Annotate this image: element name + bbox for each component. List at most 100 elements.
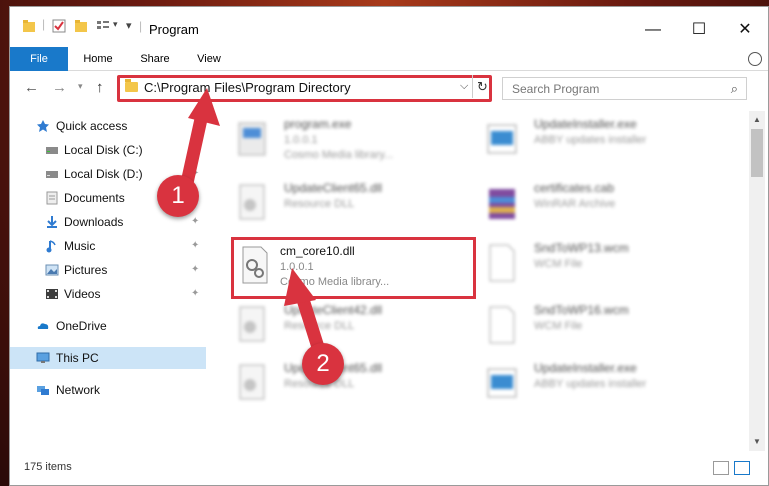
customize-view-icon[interactable] [96,19,110,33]
file-detail: Cosmo Media library... [284,149,394,161]
details-view-icon[interactable] [713,461,729,475]
sidebar-item-label: Quick access [56,119,128,133]
file-item[interactable]: UpdateClient42.dll Resource DLL [236,299,466,357]
file-detail: 1.0.0.1 [284,134,318,146]
file-icon [489,244,515,282]
up-arrow-icon[interactable]: ↑ [96,79,104,96]
sidebar-item-local-disk-c[interactable]: Local Disk (C:) [10,139,206,161]
dll-icon [239,364,265,400]
scroll-up-icon[interactable]: ▲ [753,115,761,124]
folder-icon [125,79,138,92]
step-2-badge: 2 [302,343,344,385]
sidebar-item-label: OneDrive [56,319,107,333]
maximize-button[interactable]: ☐ [676,15,722,45]
sidebar-item-onedrive[interactable]: OneDrive [10,315,206,337]
sidebar-item-music[interactable]: Music ✦ [10,235,206,257]
file-item[interactable]: SndToWP13.wcm WCM File [486,237,716,295]
file-list: program.exe 1.0.0.1 Cosmo Media library.… [210,111,745,451]
installer-icon [487,124,517,154]
file-name: certificates.cab [534,181,615,195]
ribbon-tabs: File Home Share View [10,47,768,71]
pin-icon[interactable]: ✦ [191,283,199,305]
sidebar-item-label: Local Disk (C:) [64,143,143,157]
drive-icon [46,147,58,154]
recent-locations-icon[interactable]: ▾ [78,81,83,92]
file-detail: 1.0.0.1 [280,261,314,273]
chevron-down-icon[interactable]: ▾ [113,19,118,30]
file-item[interactable]: UpdateClient65.dll Resource DLL [236,177,466,235]
sidebar-item-quick-access[interactable]: Quick access [10,115,206,137]
address-bar[interactable]: C:\Program Files\Program Directory ⌵ ↻ [117,75,492,102]
navigation-pane: Quick access Local Disk (C:) Local Disk … [10,111,206,451]
sidebar-item-network[interactable]: Network [10,379,206,401]
file-item[interactable]: certificates.cab WinRAR Archive [486,177,716,235]
tab-view[interactable]: View [186,47,232,71]
file-item[interactable]: program.exe 1.0.0.1 Cosmo Media library.… [236,113,466,171]
customize-quick-access-icon[interactable]: ▾ [126,19,132,32]
file-detail: Resource DLL [284,198,355,210]
large-icons-view-icon[interactable] [734,461,750,475]
file-name: UpdateClient42.dll [284,303,383,317]
properties-icon[interactable] [52,19,66,33]
file-detail: WinRAR Archive [534,198,616,210]
sidebar-item-label: This PC [56,351,99,365]
star-icon [37,120,49,132]
pin-icon[interactable]: ✦ [191,211,199,233]
tab-home[interactable]: Home [72,47,124,71]
window-title: Program [149,22,199,37]
navigation-bar: ← → ▾ ↑ C:\Program Files\Program Directo… [10,71,768,105]
downloads-icon [47,216,57,228]
search-icon[interactable]: ⌕ [731,81,738,97]
vertical-scrollbar[interactable]: ▲ ▼ [749,111,765,451]
file-item[interactable]: SndToWP16.wcm WCM File [486,299,716,357]
sidebar-item-label: Documents [64,191,125,205]
address-dropdown-icon[interactable]: ⌵ [460,80,468,93]
separator: | [139,19,143,33]
file-item-highlighted[interactable]: cm_core10.dll 1.0.0.1 Cosmo Media librar… [231,237,476,299]
file-item[interactable]: UpdateInstaller.exe ABBY updates install… [486,113,716,171]
file-name: program.exe [284,117,352,131]
expand-ribbon-icon[interactable] [748,52,762,66]
separator: | [42,17,46,31]
pin-icon[interactable]: ✦ [191,259,199,281]
tab-file[interactable]: File [10,47,68,71]
refresh-icon[interactable]: ↻ [472,75,492,98]
file-icon [489,306,515,344]
file-detail: Cosmo Media library... [280,276,390,288]
sidebar-item-pictures[interactable]: Pictures ✦ [10,259,206,281]
file-name: cm_core10.dll [280,244,355,258]
sidebar-item-this-pc[interactable]: This PC [10,347,206,369]
sidebar-item-label: Downloads [64,215,124,229]
scroll-thumb[interactable] [751,129,763,177]
pictures-icon [45,264,59,276]
tab-share[interactable]: Share [130,47,180,71]
sidebar-item-label: Network [56,383,101,397]
drive-icon [46,171,58,178]
network-icon [37,386,49,395]
scroll-down-icon[interactable]: ▼ [753,437,761,446]
file-name: SndToWP16.wcm [534,303,629,317]
file-item[interactable]: UpdateClient65.dll Resource DLL [236,357,466,415]
search-box[interactable]: ⌕ [502,77,747,100]
item-count: 175 items [24,461,72,473]
pin-icon[interactable]: ✦ [191,235,199,257]
music-icon [46,240,56,253]
sidebar-item-videos[interactable]: Videos ✦ [10,283,206,305]
archive-icon [489,189,515,219]
new-folder-icon[interactable] [74,19,88,33]
minimize-button[interactable]: — [630,15,676,45]
explorer-window: | ▾ ▾ | Program — ☐ ✕ File Home Share Vi… [9,6,769,486]
back-arrow-icon[interactable]: ← [24,79,39,96]
exe-icon [238,122,266,156]
dll-icon [239,306,265,342]
file-item[interactable]: UpdateInstaller.exe ABBY updates install… [486,357,716,415]
file-name: SndToWP13.wcm [534,241,629,255]
search-input[interactable] [503,78,713,99]
close-button[interactable]: ✕ [722,15,768,45]
onedrive-icon [37,323,49,329]
forward-arrow-icon[interactable]: → [52,79,67,96]
sidebar-item-label: Pictures [64,263,108,277]
address-path[interactable]: C:\Program Files\Program Directory [144,80,351,95]
step-1-badge: 1 [157,175,199,217]
file-detail: Resource DLL [284,320,355,332]
